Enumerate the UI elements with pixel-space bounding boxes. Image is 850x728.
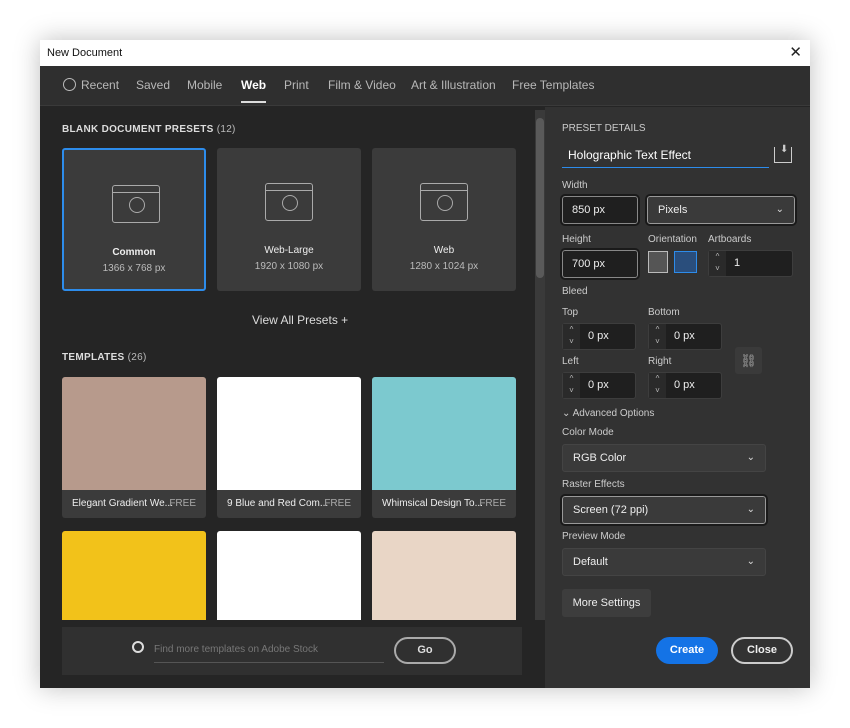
height-label: Height: [562, 234, 591, 245]
bleed-right-stepper[interactable]: ^ ˅ 0 px: [648, 372, 722, 399]
document-name-input[interactable]: Holographic Text Effect: [562, 143, 769, 168]
template-card[interactable]: [217, 531, 361, 620]
tab-free-templates[interactable]: Free Templates: [512, 66, 594, 106]
web-document-icon: [265, 183, 313, 221]
tab-mobile[interactable]: Mobile: [187, 66, 222, 106]
bleed-left-stepper[interactable]: ^ ˅ 0 px: [562, 372, 636, 399]
link-bleed-icon[interactable]: ⛓: [735, 347, 762, 374]
artboards-stepper[interactable]: ^ ˅ 1: [708, 250, 793, 277]
chevron-down-icon: ⌄: [746, 556, 755, 567]
web-document-icon: [112, 185, 160, 223]
title-bar: New Document: [40, 40, 810, 66]
bleed-bottom-stepper[interactable]: ^ ˅ 0 px: [648, 323, 722, 350]
web-document-icon: [420, 183, 468, 221]
bleed-label: Bleed: [562, 286, 588, 297]
stock-search-input[interactable]: Find more templates on Adobe Stock: [154, 641, 384, 663]
search-icon: [132, 641, 144, 653]
free-badge: FREE: [324, 498, 351, 509]
close-button[interactable]: Close: [731, 637, 793, 664]
preset-card-web-large[interactable]: Web-Large 1920 x 1080 px: [217, 148, 361, 291]
template-card[interactable]: 9 Blue and Red Com... FREE: [217, 377, 361, 518]
color-mode-dropdown[interactable]: RGB Color ⌄: [562, 444, 766, 472]
presets-heading: BLANK DOCUMENT PRESETS (12): [62, 124, 236, 135]
bleed-top-stepper[interactable]: ^ ˅ 0 px: [562, 323, 636, 350]
free-badge: FREE: [479, 498, 506, 509]
bottom-label: Bottom: [648, 307, 680, 318]
raster-effects-dropdown[interactable]: Screen (72 ppi) ⌄: [560, 494, 768, 526]
left-label: Left: [562, 356, 579, 367]
top-label: Top: [562, 307, 579, 318]
right-label: Right: [648, 356, 672, 367]
template-card[interactable]: Elegant Gradient We... FREE: [62, 377, 206, 518]
preview-mode-label: Preview Mode: [562, 531, 626, 542]
width-input[interactable]: 850 px: [560, 194, 640, 226]
go-button[interactable]: Go: [394, 637, 456, 664]
more-settings-button[interactable]: More Settings: [562, 589, 651, 617]
template-card[interactable]: Whimsical Design To... FREE: [372, 377, 516, 518]
artboards-label: Artboards: [708, 234, 752, 245]
stock-search-bar: Find more templates on Adobe Stock Go: [62, 627, 522, 675]
new-document-dialog: New Document ✕ Recent Saved Mobile Web P…: [40, 40, 810, 688]
free-badge: FREE: [169, 498, 196, 509]
tab-print[interactable]: Print: [284, 66, 309, 106]
preset-card-common[interactable]: Common 1366 x 768 px: [62, 148, 206, 291]
save-preset-icon[interactable]: ⬇: [774, 144, 792, 163]
template-thumbnail: [217, 377, 361, 490]
scrollbar[interactable]: [535, 110, 545, 620]
view-all-presets-link[interactable]: View All Presets +: [252, 313, 348, 327]
template-card[interactable]: [62, 531, 206, 620]
color-mode-label: Color Mode: [562, 427, 614, 438]
preset-details-heading: PRESET DETAILS: [562, 123, 646, 134]
chevron-down-icon: ⌄: [746, 504, 755, 515]
preset-card-web[interactable]: Web 1280 x 1024 px: [372, 148, 516, 291]
clock-icon: [63, 78, 76, 91]
raster-effects-label: Raster Effects: [562, 479, 625, 490]
tab-film-video[interactable]: Film & Video: [328, 66, 396, 106]
create-button[interactable]: Create: [656, 637, 718, 664]
units-dropdown[interactable]: Pixels ⌄: [645, 194, 797, 226]
templates-heading: TEMPLATES (26): [62, 352, 147, 363]
template-thumbnail: [372, 377, 516, 490]
orientation-label: Orientation: [648, 234, 697, 245]
landscape-orientation-icon[interactable]: [674, 251, 697, 273]
preset-details-panel: PRESET DETAILS Holographic Text Effect ⬇…: [545, 107, 810, 688]
width-label: Width: [562, 180, 588, 191]
tab-recent[interactable]: Recent: [63, 66, 119, 106]
template-card[interactable]: [372, 531, 516, 620]
template-thumbnail: [62, 377, 206, 490]
chevron-down-icon: ⌄: [775, 204, 784, 215]
tab-web[interactable]: Web: [241, 66, 267, 106]
advanced-options-toggle[interactable]: ⌄ Advanced Options: [562, 408, 654, 419]
portrait-orientation-icon[interactable]: [648, 251, 668, 273]
window-title: New Document: [47, 47, 123, 59]
height-input[interactable]: 700 px: [560, 248, 640, 280]
preview-mode-dropdown[interactable]: Default ⌄: [562, 548, 766, 576]
tab-bar: Recent Saved Mobile Web Print Film & Vid…: [40, 66, 810, 106]
tab-art-illustration[interactable]: Art & Illustration: [411, 66, 496, 106]
tab-saved[interactable]: Saved: [136, 66, 170, 106]
chevron-down-icon: ⌄: [746, 452, 755, 463]
close-icon[interactable]: ✕: [789, 40, 802, 66]
